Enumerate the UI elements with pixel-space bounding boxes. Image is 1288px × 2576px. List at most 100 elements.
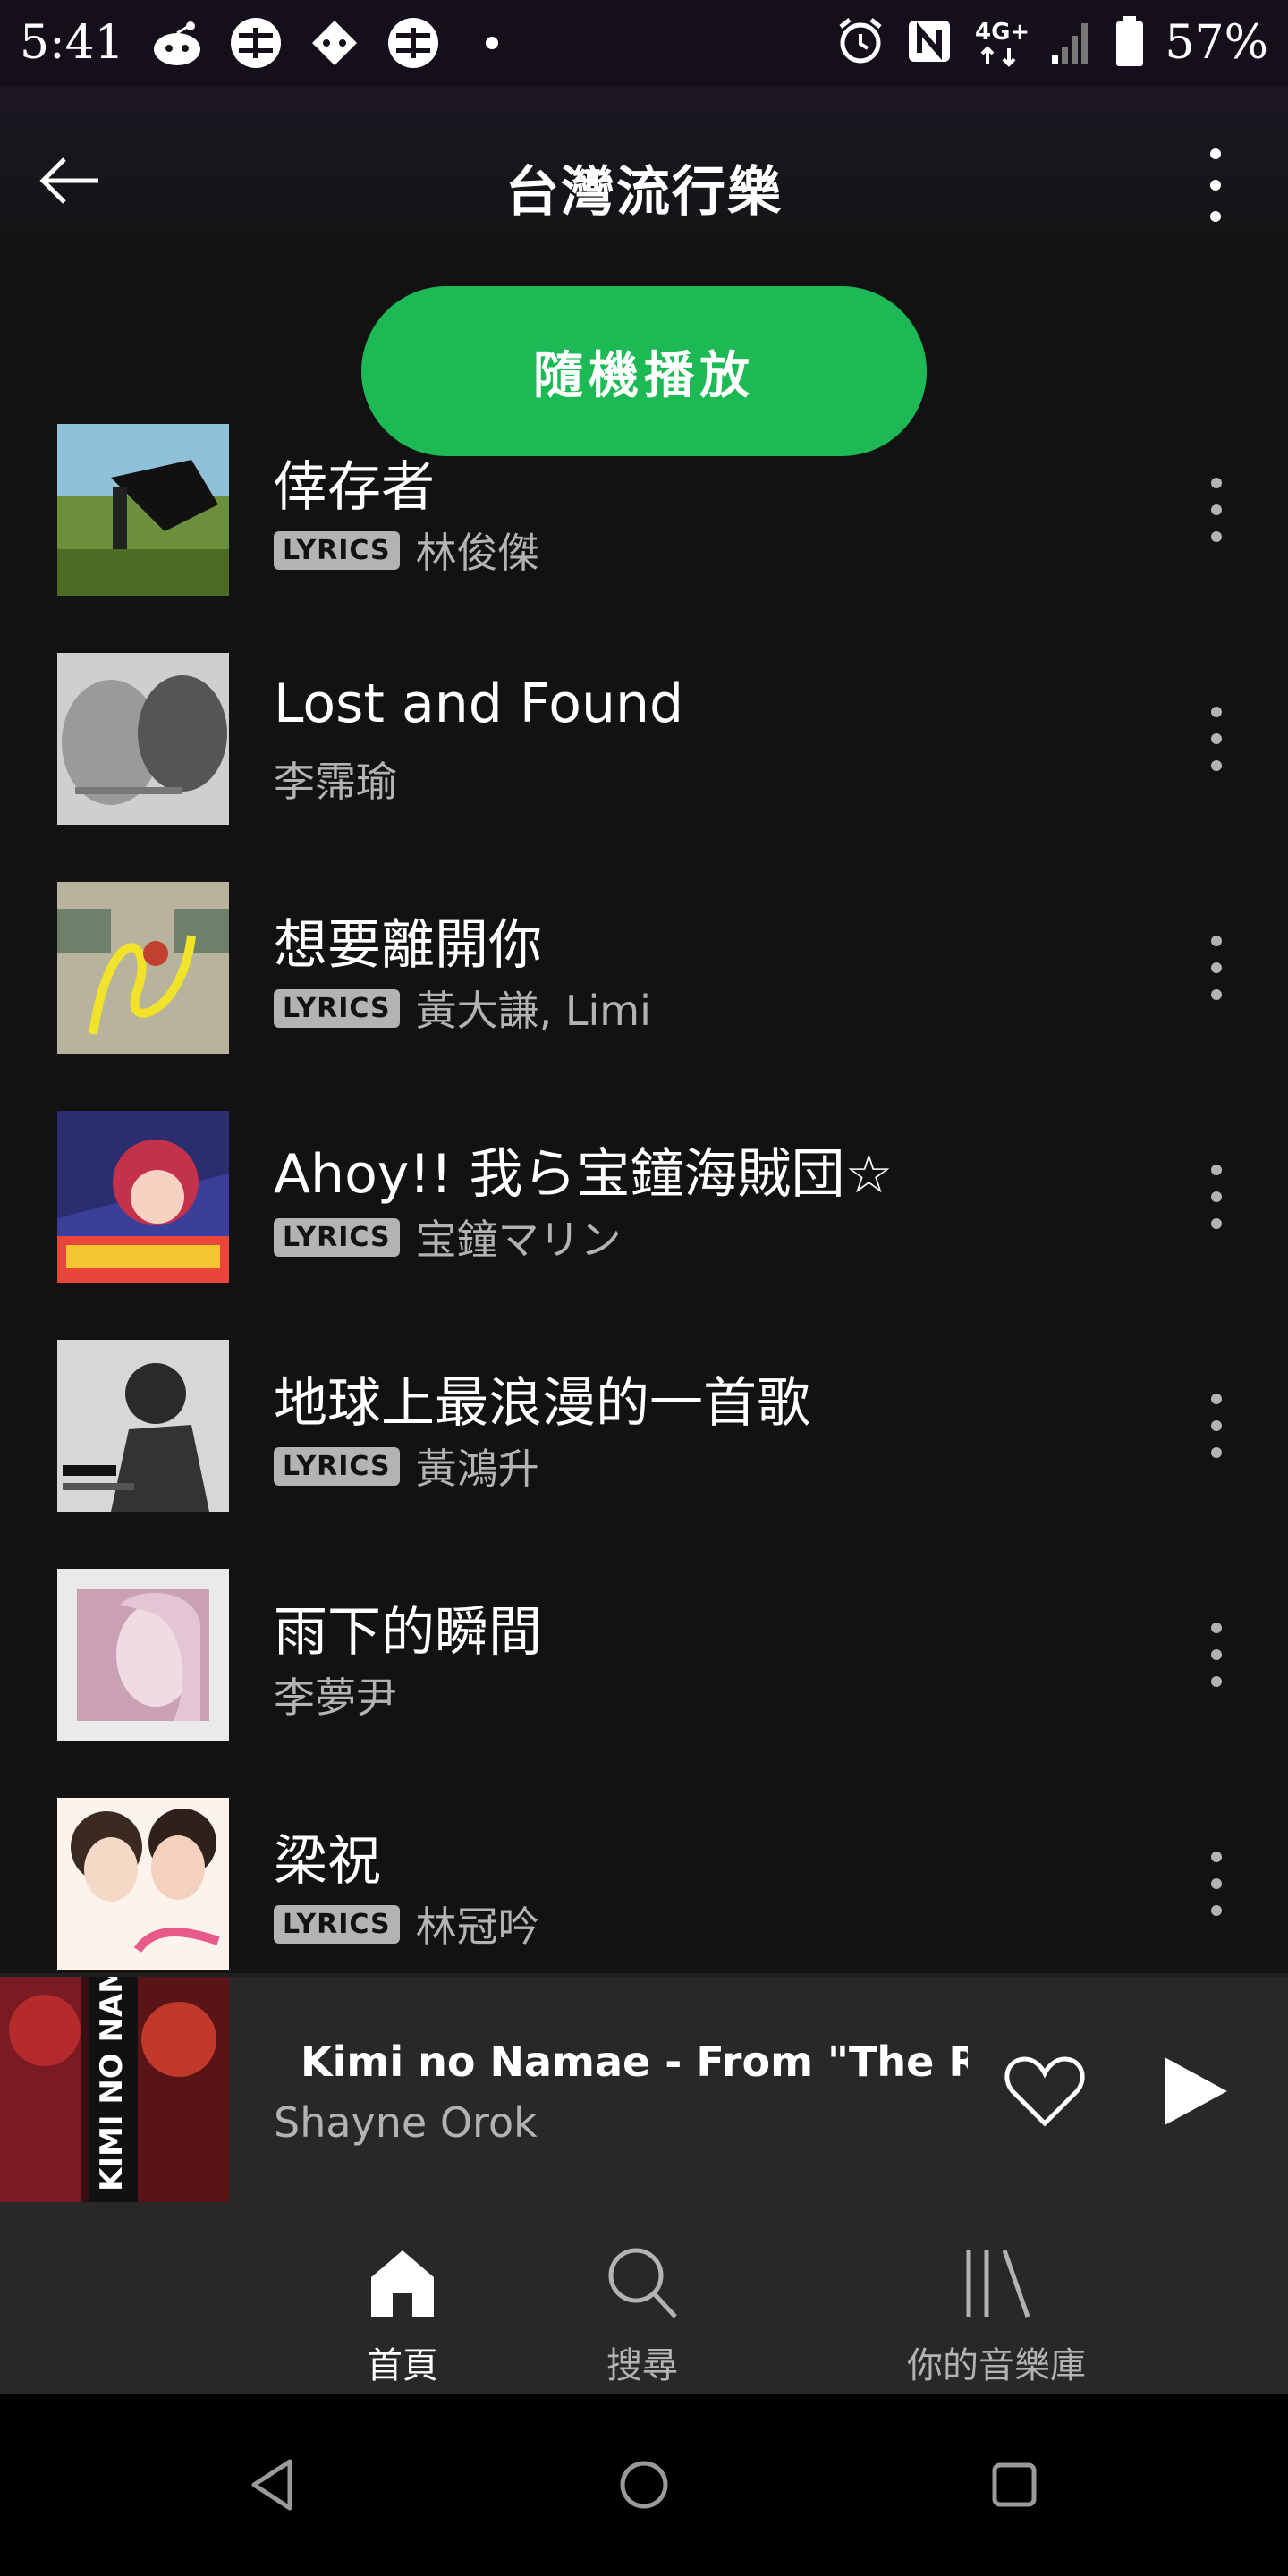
track-list: 倖存者 LYRICS 林俊傑 Lost and Found 李霈瑜 想要離開你 … <box>0 424 1288 2027</box>
play-button[interactable] <box>1154 2048 1234 2134</box>
more-options-button[interactable] <box>1193 145 1238 225</box>
system-home-button[interactable] <box>617 2458 671 2515</box>
svg-text:4G+: 4G+ <box>975 19 1030 46</box>
track-title: 想要離開你 <box>274 914 542 977</box>
track-title: Lost and Found <box>274 673 684 735</box>
track-subtitle: LYRICS 宝鐘マリン <box>274 1208 622 1267</box>
status-time: 5:41 <box>20 16 124 70</box>
system-back-button[interactable] <box>247 2456 297 2517</box>
track-subtitle: LYRICS 林冠吟 <box>274 1894 539 1953</box>
album-cover <box>57 424 229 596</box>
track-subtitle: LYRICS 黃大謙, Limi <box>274 979 651 1038</box>
track-artist: 李霈瑜 <box>274 758 397 806</box>
track-title: 雨下的瞬間 <box>274 1601 542 1664</box>
signal-icon <box>1050 16 1095 70</box>
home-icon <box>371 2250 434 2317</box>
search-icon <box>608 2248 677 2318</box>
spotify-playlist-screen: 5:41 4G+ 57% 台灣流行樂 隨機播放 倖存者 LYRICS 林俊傑 L… <box>0 0 1288 2576</box>
track-subtitle: LYRICS 林俊傑 <box>274 521 539 580</box>
lyrics-badge: LYRICS <box>274 1904 400 1944</box>
now-playing-cover-text: KIMI NO NAMAE <box>94 1977 130 2191</box>
nav-search[interactable]: 搜尋 <box>553 2202 732 2388</box>
track-row[interactable]: 雨下的瞬間 李夢尹 <box>0 1569 1288 1798</box>
vertical-dots-icon <box>1211 936 1222 1000</box>
track-more-button[interactable] <box>1199 1839 1234 1928</box>
status-right: 4G+ 57% <box>835 14 1268 72</box>
album-cover <box>57 1569 229 1741</box>
alarm-icon <box>835 16 886 70</box>
track-subtitle: 李夢尹 <box>274 1665 397 1724</box>
lyrics-badge: LYRICS <box>274 988 400 1028</box>
nav-search-label: 搜尋 <box>606 2345 678 2386</box>
library-icon <box>966 2250 1030 2318</box>
shuffle-play-button[interactable]: 隨機播放 <box>361 286 927 456</box>
like-button[interactable] <box>1002 2048 1088 2134</box>
now-playing-artist: Shayne Orok <box>274 2098 538 2147</box>
track-row[interactable]: 地球上最浪漫的一首歌 LYRICS 黃鴻升 <box>0 1340 1288 1569</box>
nfc-icon <box>905 17 953 69</box>
reddit-icon <box>149 15 205 71</box>
vertical-dots-icon <box>1211 707 1222 771</box>
track-more-button[interactable] <box>1199 923 1234 1013</box>
track-subtitle: 李霈瑜 <box>274 750 397 809</box>
album-cover <box>57 1111 229 1283</box>
track-row[interactable]: Ahoy!! 我ら宝鐘海賊団☆ LYRICS 宝鐘マリン <box>0 1111 1288 1340</box>
track-row[interactable]: 倖存者 LYRICS 林俊傑 <box>0 424 1288 653</box>
track-more-button[interactable] <box>1199 465 1234 555</box>
system-recents-button[interactable] <box>989 2460 1039 2513</box>
more-notifications-dot-icon <box>464 15 520 71</box>
lyrics-badge: LYRICS <box>274 1446 400 1486</box>
vertical-dots-icon <box>1211 1623 1222 1687</box>
track-more-button[interactable] <box>1199 1381 1234 1470</box>
play-icon <box>1165 2057 1227 2125</box>
header: 台灣流行樂 <box>0 86 1288 283</box>
nav-library[interactable]: 你的音樂庫 <box>862 2202 1131 2388</box>
track-title: 梁祝 <box>274 1830 381 1893</box>
track-row[interactable]: Lost and Found 李霈瑜 <box>0 653 1288 882</box>
track-more-button[interactable] <box>1199 1610 1234 1699</box>
vertical-dots-icon <box>1210 148 1221 222</box>
page-title: 台灣流行樂 <box>505 161 783 224</box>
notification-icons <box>149 15 520 71</box>
lyrics-badge: LYRICS <box>274 1217 400 1257</box>
nav-home[interactable]: 首頁 <box>313 2202 492 2388</box>
album-cover <box>57 653 229 825</box>
game-icon <box>307 15 362 71</box>
square-recents-icon <box>992 2462 1037 2507</box>
track-title: 倖存者 <box>274 456 435 519</box>
heart-icon <box>1004 2056 1085 2127</box>
track-subtitle: LYRICS 黃鴻升 <box>274 1436 539 1496</box>
now-playing-bar[interactable]: KIMI NO NAMAE Kimi no Namae - From "The … <box>0 1973 1288 2206</box>
circle-home-icon <box>620 2461 668 2509</box>
vertical-dots-icon <box>1211 1165 1222 1229</box>
triangle-back-icon <box>251 2459 292 2511</box>
track-artist: 宝鐘マリン <box>415 1216 622 1264</box>
transit-icon <box>386 15 441 71</box>
album-cover <box>57 1798 229 1970</box>
track-title: 地球上最浪漫的一首歌 <box>274 1372 810 1435</box>
nav-library-label: 你的音樂庫 <box>907 2345 1086 2386</box>
track-artist: 黃鴻升 <box>415 1445 539 1493</box>
bottom-nav: 首頁 搜尋 你的音樂庫 <box>0 2202 1288 2394</box>
now-playing-title: Kimi no Namae - From "The Rising of the … <box>301 2038 968 2086</box>
track-artist: 李夢尹 <box>274 1674 397 1722</box>
nav-home-label: 首頁 <box>367 2345 438 2386</box>
vertical-dots-icon <box>1211 1394 1222 1458</box>
status-bar: 5:41 4G+ 57% <box>0 0 1288 86</box>
now-playing-cover: KIMI NO NAMAE <box>0 1977 229 2206</box>
track-artist: 林俊傑 <box>415 529 539 577</box>
battery-percent: 57% <box>1165 16 1268 70</box>
battery-icon <box>1114 14 1145 72</box>
track-title: Ahoy!! 我ら宝鐘海賊団☆ <box>274 1143 894 1206</box>
track-more-button[interactable] <box>1199 694 1234 784</box>
album-cover <box>57 1340 229 1512</box>
lyrics-badge: LYRICS <box>274 530 400 570</box>
track-artist: 黃大謙, Limi <box>415 987 651 1035</box>
system-navigation-bar <box>0 2394 1288 2576</box>
vertical-dots-icon <box>1211 478 1222 542</box>
album-cover <box>57 882 229 1054</box>
vertical-dots-icon <box>1211 1852 1222 1916</box>
track-more-button[interactable] <box>1199 1152 1234 1241</box>
track-row[interactable]: 想要離開你 LYRICS 黃大謙, Limi <box>0 882 1288 1111</box>
network-4g-icon: 4G+ <box>973 14 1030 72</box>
